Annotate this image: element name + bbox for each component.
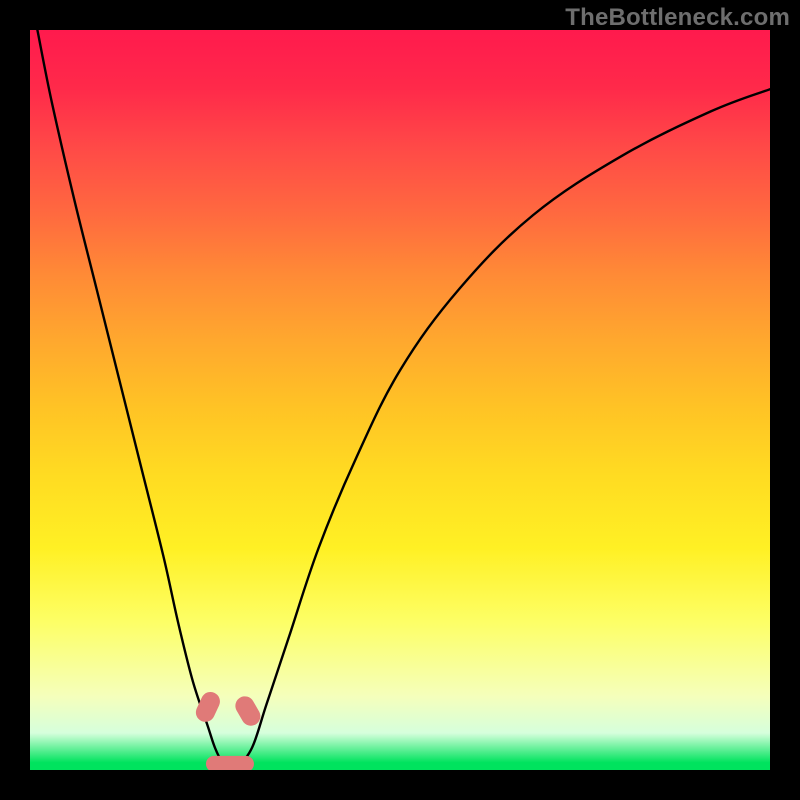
- watermark-text: TheBottleneck.com: [565, 4, 790, 32]
- bottleneck-curve-path: [37, 30, 770, 770]
- bottleneck-curve: [30, 30, 770, 770]
- bottom-marker: [206, 756, 254, 770]
- chart-frame: TheBottleneck.com: [0, 0, 800, 800]
- plot-area: [30, 30, 770, 770]
